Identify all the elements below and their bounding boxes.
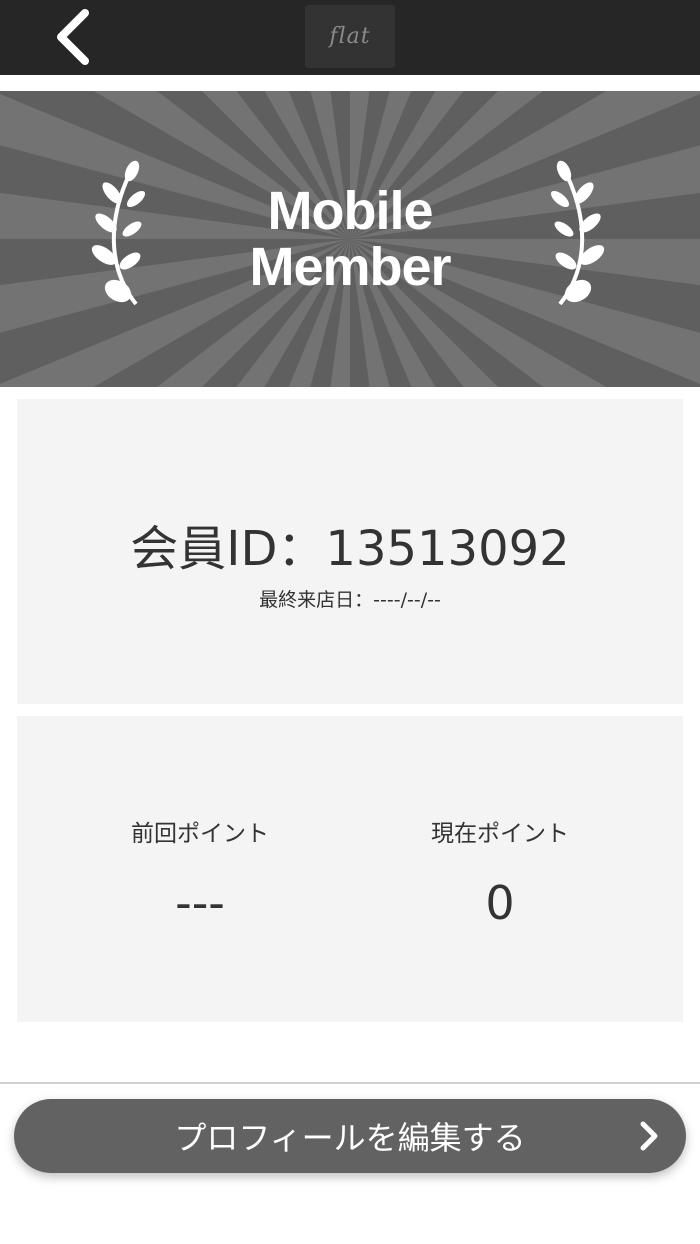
current-points-label: 現在ポイント [431, 821, 569, 847]
top-bar: flat [0, 0, 700, 75]
logo[interactable]: flat [305, 5, 395, 68]
current-points-value: 0 [485, 876, 515, 930]
chevron-right-icon [640, 1121, 658, 1151]
previous-points-value: --- [175, 876, 225, 930]
divider [0, 1082, 700, 1084]
points-card: 前回ポイント --- 現在ポイント 0 [17, 716, 683, 1022]
previous-points-label: 前回ポイント [131, 821, 269, 847]
previous-points: 前回ポイント --- [50, 814, 350, 930]
banner-title-line2: Member [249, 237, 451, 297]
member-banner: Mobile Member [0, 91, 700, 387]
chevron-left-icon [57, 9, 89, 65]
back-button[interactable] [40, 4, 106, 70]
banner-title-line1: Mobile [267, 181, 434, 241]
member-id: 会員ID：13513092 [130, 521, 570, 577]
logo-text: flat [329, 24, 371, 49]
member-id-card: 会員ID：13513092 最終来店日：----/--/-- [17, 399, 683, 704]
edit-profile-label: プロフィールを編集する [174, 1119, 526, 1157]
current-points: 現在ポイント 0 [350, 814, 650, 930]
edit-profile-button[interactable]: プロフィールを編集する [14, 1099, 686, 1173]
last-visit-date: 最終来店日：----/--/-- [259, 589, 441, 611]
banner-title: Mobile Member [0, 91, 700, 387]
